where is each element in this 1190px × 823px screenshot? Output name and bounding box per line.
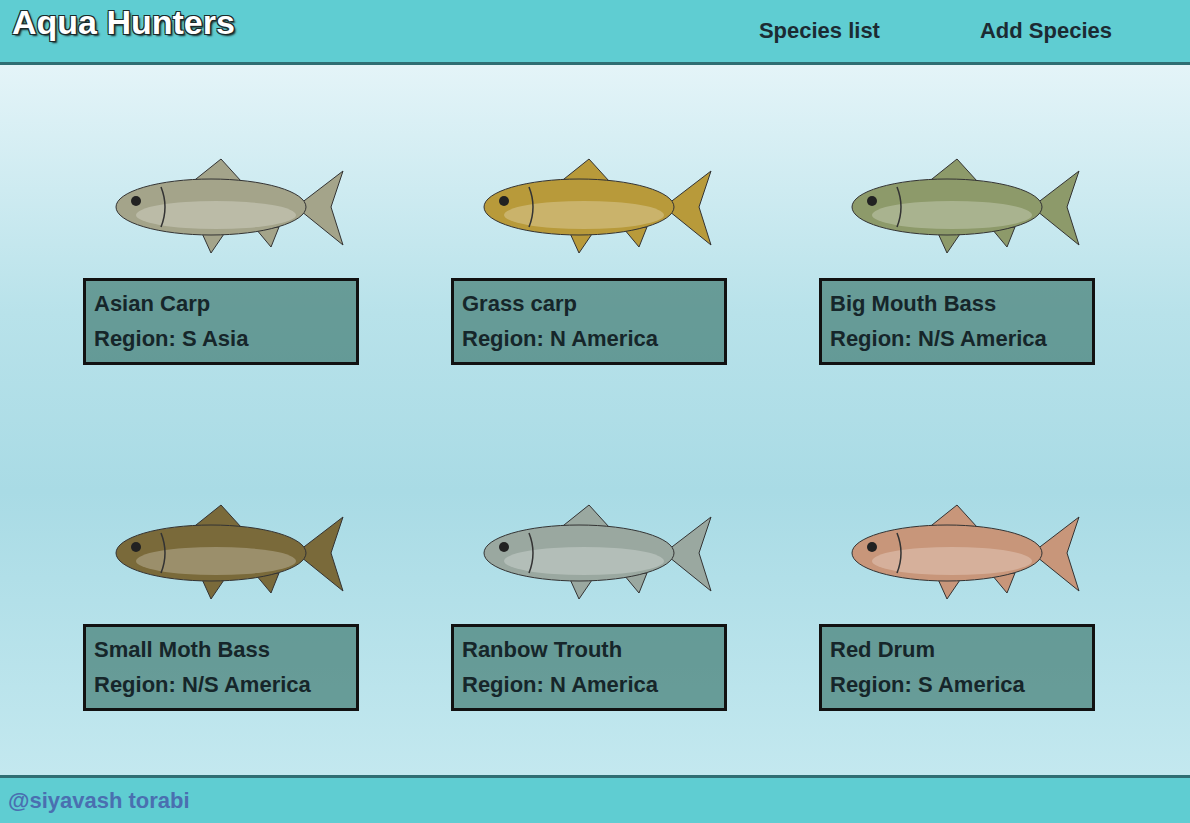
species-region: Region: N America <box>462 326 716 352</box>
fish-picture <box>451 137 727 272</box>
fish-picture <box>819 483 1095 618</box>
species-label: Big Mouth Bass Region: N/S America <box>819 278 1095 365</box>
species-label: Asian Carp Region: S Asia <box>83 278 359 365</box>
species-name: Grass carp <box>462 291 716 317</box>
footer: @siyavash torabi <box>0 775 1190 823</box>
nav-link[interactable]: Species list <box>759 18 880 44</box>
page: Aqua Hunters Species list Add Species Asian… <box>0 0 1190 823</box>
species-name: Ranbow Trouth <box>462 637 716 663</box>
species-region: Region: N/S America <box>830 326 1084 352</box>
species-card[interactable]: Big Mouth Bass Region: N/S America <box>819 137 1095 365</box>
fish-picture <box>451 483 727 618</box>
fish-icon <box>459 491 719 611</box>
species-region: Region: S Asia <box>94 326 348 352</box>
species-label: Grass carp Region: N America <box>451 278 727 365</box>
species-card[interactable]: Ranbow Trouth Region: N America <box>451 483 727 711</box>
header: Aqua Hunters Species list Add Species <box>0 0 1190 65</box>
fish-icon <box>827 491 1087 611</box>
species-card[interactable]: Asian Carp Region: S Asia <box>83 137 359 365</box>
app-title: Aqua Hunters <box>12 3 235 42</box>
species-label: Ranbow Trouth Region: N America <box>451 624 727 711</box>
fish-icon <box>91 145 351 265</box>
species-region: Region: N America <box>462 672 716 698</box>
species-card[interactable]: Red Drum Region: S America <box>819 483 1095 711</box>
species-name: Big Mouth Bass <box>830 291 1084 317</box>
credit: @siyavash torabi <box>8 788 190 814</box>
species-name: Small Moth Bass <box>94 637 348 663</box>
species-card[interactable]: Small Moth Bass Region: N/S America <box>83 483 359 711</box>
species-card[interactable]: Grass carp Region: N America <box>451 137 727 365</box>
nav-link[interactable]: Add Species <box>980 18 1112 44</box>
fish-icon <box>91 491 351 611</box>
species-region: Region: N/S America <box>94 672 348 698</box>
fish-icon <box>459 145 719 265</box>
species-region: Region: S America <box>830 672 1084 698</box>
nav: Species list Add Species <box>759 18 1178 44</box>
fish-icon <box>827 145 1087 265</box>
species-label: Small Moth Bass Region: N/S America <box>83 624 359 711</box>
fish-picture <box>819 137 1095 272</box>
species-name: Red Drum <box>830 637 1084 663</box>
species-name: Asian Carp <box>94 291 348 317</box>
fish-picture <box>83 137 359 272</box>
species-grid: Asian Carp Region: S Asia Grass carp Region… <box>0 65 1190 775</box>
species-label: Red Drum Region: S America <box>819 624 1095 711</box>
fish-picture <box>83 483 359 618</box>
